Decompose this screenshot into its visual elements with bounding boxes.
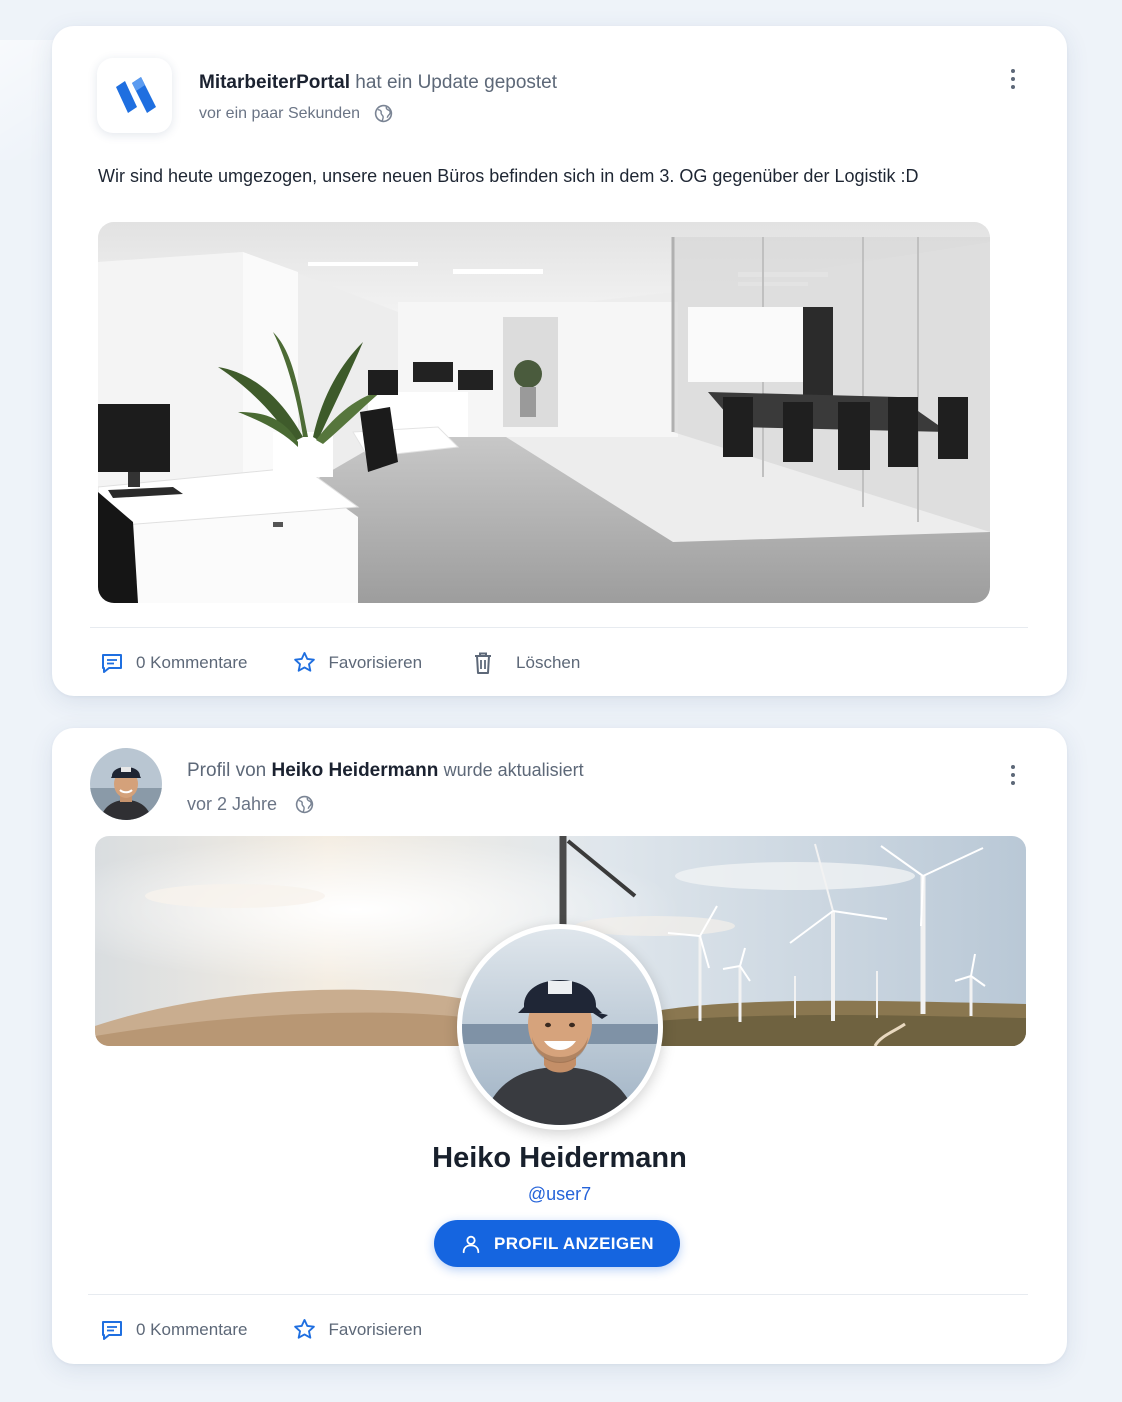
globe-icon — [374, 104, 393, 123]
post-header: MitarbeiterPortal hat ein Update geposte… — [199, 72, 557, 94]
favorite-button[interactable]: Favorisieren — [292, 1317, 423, 1342]
comments-count: 0 Kommentare — [136, 1319, 248, 1339]
post-action-text: hat ein Update gepostet — [355, 72, 558, 93]
post-card-update: MitarbeiterPortal hat ein Update geposte… — [52, 26, 1067, 696]
post-actions: 0 Kommentare Favorisieren Löschen — [100, 650, 580, 675]
comment-icon — [102, 653, 122, 673]
post-header: Profil von Heiko Heidermann wurde aktual… — [187, 760, 584, 782]
post-time: vor ein paar Sekunden — [199, 104, 360, 122]
user-icon — [462, 1235, 480, 1253]
comments-button[interactable]: 0 Kommentare — [100, 651, 248, 675]
post-menu-button[interactable] — [1001, 761, 1025, 789]
profile-handle[interactable]: @user7 — [52, 1184, 1067, 1205]
star-icon — [293, 651, 315, 672]
comments-button[interactable]: 0 Kommentare — [100, 1318, 248, 1342]
author-name[interactable]: MitarbeiterPortal — [199, 72, 350, 93]
mitarbeiterportal-logo-icon — [115, 76, 156, 113]
more-vertical-icon — [1011, 69, 1015, 73]
globe-icon — [295, 795, 314, 814]
post-meta: vor 2 Jahre — [187, 794, 314, 815]
delete-label: Löschen — [516, 652, 581, 672]
trash-icon — [475, 652, 492, 674]
comments-count: 0 Kommentare — [136, 652, 248, 672]
card-divider — [90, 627, 1028, 628]
post-body: Wir sind heute umgezogen, unsere neuen B… — [98, 166, 919, 186]
profile-avatar-large[interactable] — [457, 924, 663, 1130]
avatar-photo — [90, 748, 162, 820]
favorite-button[interactable]: Favorisieren — [292, 650, 423, 675]
post-prefix: Profil von — [187, 760, 267, 781]
avatar[interactable] — [90, 748, 162, 820]
star-icon — [293, 1318, 315, 1339]
post-card-profile-update: Profil von Heiko Heidermann wurde aktual… — [52, 728, 1067, 1364]
card-divider — [88, 1294, 1028, 1295]
profile-link[interactable]: Heiko Heidermann — [271, 760, 438, 781]
view-profile-label: PROFIL ANZEIGEN — [494, 1233, 654, 1253]
post-image-office[interactable] — [98, 222, 990, 603]
post-time: vor 2 Jahre — [187, 794, 278, 814]
view-profile-button[interactable]: PROFIL ANZEIGEN — [434, 1220, 680, 1267]
post-suffix: wurde aktualisiert — [443, 760, 584, 780]
post-actions: 0 Kommentare Favorisieren — [100, 1317, 422, 1342]
profile-photo — [462, 929, 658, 1125]
delete-button[interactable]: Löschen — [472, 651, 580, 675]
post-meta: vor ein paar Sekunden — [199, 104, 393, 123]
more-vertical-icon — [1011, 765, 1015, 769]
comment-icon — [102, 1320, 122, 1340]
favorite-label: Favorisieren — [328, 1319, 423, 1339]
favorite-label: Favorisieren — [328, 652, 423, 672]
office-photo — [98, 222, 990, 603]
profile-name: Heiko Heidermann — [432, 1142, 687, 1174]
portal-logo[interactable] — [97, 58, 172, 133]
post-menu-button[interactable] — [1001, 65, 1025, 93]
